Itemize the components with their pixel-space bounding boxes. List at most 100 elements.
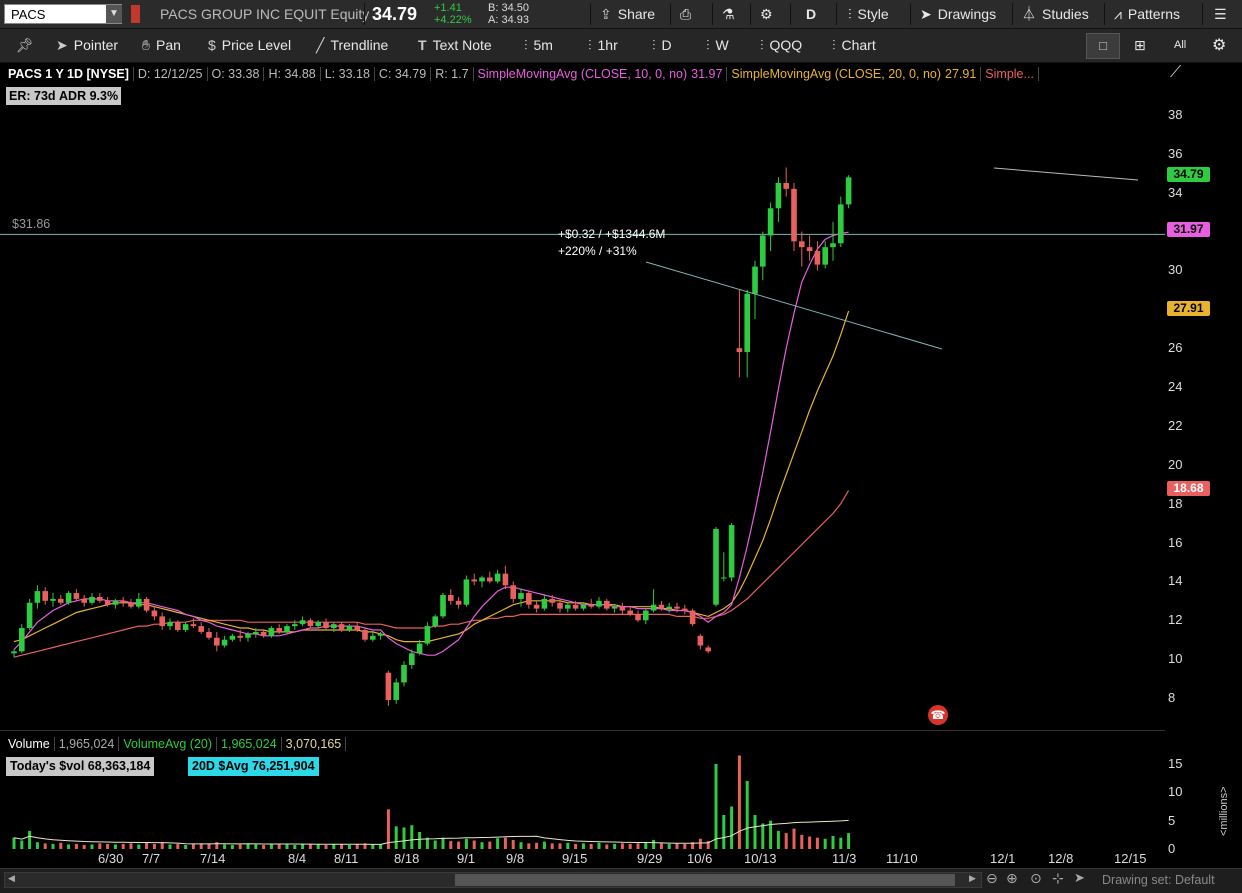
volume-bar bbox=[176, 843, 180, 849]
price-axis-tick: 24 bbox=[1168, 379, 1183, 395]
candle-body bbox=[791, 188, 797, 242]
candle-body bbox=[377, 633, 384, 636]
volume-bar bbox=[90, 844, 94, 849]
time-axis-tick: 8/11 bbox=[334, 851, 359, 866]
scrollbar-thumb[interactable] bbox=[455, 874, 955, 886]
volume-bar bbox=[698, 838, 702, 849]
time-axis-tick: 12/8 bbox=[1048, 851, 1074, 866]
horizontal-scrollbar[interactable]: ◀ ▶ bbox=[4, 872, 982, 888]
volume-bar bbox=[418, 832, 422, 849]
candle-body bbox=[190, 624, 197, 627]
candle-body bbox=[338, 624, 345, 630]
candle-body bbox=[658, 604, 665, 609]
candle-body bbox=[409, 653, 415, 665]
candle-body bbox=[783, 183, 789, 189]
volume-bar bbox=[207, 843, 211, 849]
drawing-cursor-icon[interactable]: ➤ bbox=[1074, 870, 1085, 886]
volume-bar bbox=[269, 844, 273, 849]
avg-dollar-volume: 20D $Avg 76,251,904 bbox=[188, 757, 319, 776]
volume-bar bbox=[550, 843, 554, 849]
volume-bar bbox=[106, 843, 110, 849]
candle-body bbox=[666, 606, 672, 609]
candle-body bbox=[253, 631, 259, 634]
candle-body bbox=[315, 622, 321, 627]
last-price-tag: 34.79 bbox=[1167, 167, 1210, 182]
volume-bar bbox=[480, 842, 484, 849]
volume-bar bbox=[620, 843, 624, 849]
annotation-line-2: +220% / +31% bbox=[558, 244, 637, 258]
time-axis-tick: 9/1 bbox=[457, 851, 476, 866]
volume-bar bbox=[792, 828, 796, 849]
candle-body bbox=[580, 604, 587, 609]
candle-body bbox=[97, 596, 103, 601]
volume-bar bbox=[527, 843, 531, 849]
volume-avg-label[interactable]: VolumeAvg (20) bbox=[119, 737, 218, 751]
candle-body bbox=[229, 635, 236, 640]
zoom-in-icon[interactable]: ⊕ bbox=[1006, 870, 1018, 887]
candle-body bbox=[401, 664, 407, 683]
volume-bar bbox=[722, 815, 726, 849]
volume-bar bbox=[659, 843, 663, 849]
candle-body bbox=[736, 348, 743, 353]
candle-body bbox=[588, 604, 594, 607]
candle-body bbox=[541, 598, 548, 609]
volume-bar bbox=[589, 843, 593, 849]
candle-body bbox=[370, 635, 376, 640]
candle-body bbox=[596, 600, 602, 607]
scroll-left-icon[interactable]: ◀ bbox=[8, 873, 15, 884]
volume-bar bbox=[542, 841, 546, 849]
candle-body bbox=[284, 626, 290, 632]
candle-body bbox=[643, 610, 649, 621]
time-axis-tick: 8/4 bbox=[288, 851, 307, 866]
candle-body bbox=[830, 243, 836, 248]
bottom-bar: ◀ ▶ ⊖ ⊕ ⊙ ⊹ ➤ Drawing set: Default bbox=[0, 868, 1242, 893]
candle-body bbox=[346, 626, 353, 630]
reset-zoom-icon[interactable]: ⊙ bbox=[1030, 870, 1042, 887]
candle-body bbox=[752, 266, 758, 294]
volume-bar bbox=[613, 843, 617, 849]
volume-bar bbox=[340, 844, 344, 849]
candle-body bbox=[175, 622, 181, 630]
volume-bar bbox=[737, 755, 741, 849]
volume-bar bbox=[628, 843, 632, 849]
phone-icon[interactable]: ☎ bbox=[928, 705, 948, 725]
scroll-right-icon[interactable]: ▶ bbox=[969, 873, 976, 884]
crosshair-icon[interactable]: ⊹ bbox=[1052, 870, 1064, 887]
zoom-out-icon[interactable]: ⊖ bbox=[986, 870, 998, 887]
candle-body bbox=[354, 626, 360, 630]
candle-body bbox=[19, 628, 25, 652]
candle-body bbox=[424, 626, 431, 644]
candle-body bbox=[167, 622, 173, 627]
price-level-label[interactable]: $31.86 bbox=[12, 217, 50, 231]
candle-body bbox=[260, 631, 267, 636]
volume-bar bbox=[636, 843, 640, 849]
volume-bar bbox=[371, 844, 375, 849]
trendline-annotation[interactable]: +$0.32 / +$1344.6M +220% / +31% bbox=[558, 226, 665, 260]
volume-bar bbox=[815, 837, 819, 849]
candle-body bbox=[526, 593, 532, 605]
volume-avg-value: 1,965,024 bbox=[217, 737, 282, 751]
volume-bar bbox=[675, 843, 679, 849]
volume-bar bbox=[223, 844, 227, 849]
volume-bar bbox=[605, 844, 609, 849]
candle-body bbox=[104, 600, 111, 605]
volume-bar bbox=[402, 827, 406, 849]
volume-bar bbox=[35, 842, 39, 849]
volume-bar bbox=[347, 845, 351, 849]
volume-bar bbox=[246, 843, 250, 849]
price-axis-tick: 16 bbox=[1168, 534, 1183, 550]
volume-bar bbox=[20, 840, 24, 849]
sma10-price-tag: 31.97 bbox=[1167, 222, 1210, 237]
candle-body bbox=[838, 204, 844, 244]
measure-trendline bbox=[645, 261, 943, 350]
volume-bar bbox=[457, 841, 461, 849]
candle-body bbox=[721, 577, 727, 579]
volume-bar bbox=[82, 845, 86, 849]
candle-body bbox=[502, 573, 509, 586]
drawing-set-label[interactable]: Drawing set: Default bbox=[1102, 873, 1215, 887]
candle-body bbox=[393, 682, 399, 700]
pane-divider[interactable] bbox=[0, 730, 1165, 731]
time-axis-tick: 11/10 bbox=[886, 851, 918, 866]
volume-bar bbox=[831, 835, 835, 849]
price-chart[interactable] bbox=[0, 0, 1242, 892]
